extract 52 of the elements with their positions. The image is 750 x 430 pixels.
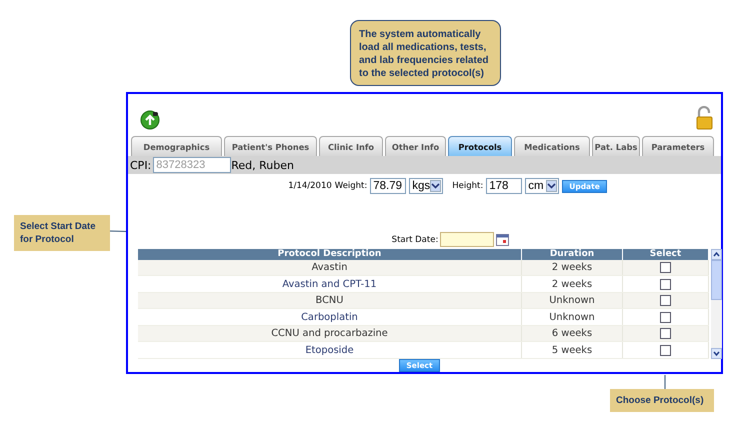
table-cell: 2 weeks bbox=[522, 276, 622, 292]
leader-line bbox=[664, 374, 666, 390]
tab[interactable]: Pat. Labs bbox=[592, 136, 640, 156]
table-cell: Avastin bbox=[138, 260, 522, 276]
table-cell: Unknown bbox=[522, 308, 622, 326]
checkbox[interactable] bbox=[660, 262, 671, 274]
tab[interactable]: Demographics bbox=[131, 136, 222, 156]
scrollbar[interactable] bbox=[711, 249, 722, 359]
upload-icon[interactable] bbox=[140, 110, 160, 130]
tab[interactable]: Protocols bbox=[448, 136, 512, 156]
dropdown-arrow-icon[interactable] bbox=[546, 180, 558, 192]
start-date-label: Start Date: bbox=[392, 234, 438, 244]
tab[interactable]: Other Info bbox=[385, 136, 446, 156]
tab[interactable]: Clinic Info bbox=[319, 136, 383, 156]
checkbox[interactable] bbox=[660, 278, 671, 290]
column-header: Select bbox=[622, 249, 708, 260]
table-cell: 6 weeks bbox=[522, 325, 622, 342]
tab[interactable]: Patient's Phones bbox=[224, 136, 317, 156]
scroll-down-icon[interactable] bbox=[711, 348, 722, 359]
start-date-field[interactable] bbox=[440, 232, 494, 247]
table-cell: Carboplatin bbox=[138, 308, 522, 326]
scroll-up-icon[interactable] bbox=[711, 249, 722, 260]
table-cell: Unknown bbox=[522, 292, 622, 309]
measure-date: 1/14/2010 bbox=[288, 181, 332, 191]
weight-unit-dropdown[interactable]: kgs bbox=[409, 178, 444, 194]
callout-note: The system automatically load all medications, tests, and lab frequencies related to the selected protocol(s) bbox=[350, 20, 501, 86]
table-cell: 2 weeks bbox=[522, 260, 622, 276]
table-cell: BCNU bbox=[138, 292, 522, 309]
checkbox[interactable] bbox=[660, 312, 671, 323]
height-label: Height: bbox=[452, 181, 484, 191]
tab[interactable]: Parameters bbox=[642, 136, 714, 156]
checkbox[interactable] bbox=[660, 328, 671, 340]
callout-note: Select Start Date for Protocol bbox=[14, 215, 110, 251]
height-field[interactable]: 178 bbox=[486, 178, 522, 194]
weight-field[interactable]: 78.79 bbox=[370, 178, 406, 194]
dropdown-arrow-icon[interactable] bbox=[430, 180, 442, 192]
calendar-icon[interactable] bbox=[496, 234, 510, 246]
height-unit-dropdown[interactable]: cm bbox=[525, 178, 560, 194]
table-cell: CCNU and procarbazine bbox=[138, 325, 522, 342]
tab[interactable]: Medications bbox=[514, 136, 590, 156]
unlocked-padlock-icon[interactable] bbox=[695, 106, 713, 130]
column-header: Duration bbox=[522, 249, 622, 260]
checkbox[interactable] bbox=[660, 295, 671, 306]
table-cell: Etoposide bbox=[138, 342, 522, 358]
table-cell: Avastin and CPT-11 bbox=[138, 276, 522, 292]
column-header: Protocol Description bbox=[138, 249, 522, 260]
weight-label: Weight: bbox=[334, 181, 368, 191]
checkbox[interactable] bbox=[660, 344, 671, 356]
table-cell: 5 weeks bbox=[522, 342, 622, 358]
patient-name: Red, Ruben bbox=[231, 158, 294, 172]
cpi-label: CPI: bbox=[130, 158, 152, 172]
callout-note: Choose Protocol(s) bbox=[610, 389, 714, 412]
